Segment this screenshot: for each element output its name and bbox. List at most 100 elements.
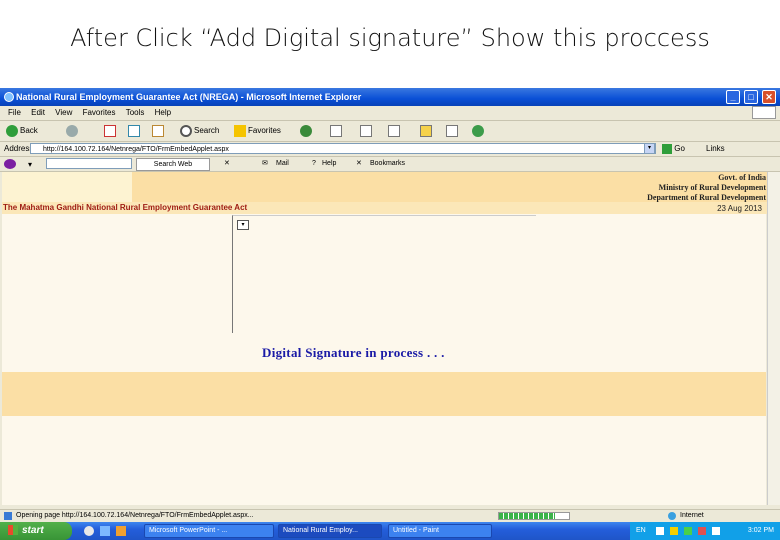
research-button[interactable] [446,124,458,138]
menu-file[interactable]: File [8,108,21,117]
address-label: Address [4,144,34,153]
task-label: National Rural Employ... [283,527,358,534]
vertical-scrollbar[interactable] [767,172,780,505]
ie-logo-icon [4,92,14,102]
search-web-button[interactable]: Search Web [136,158,210,171]
scheme-title: The Mahatma Gandhi National Rural Employ… [3,203,248,212]
window-title: National Rural Employment Guarantee Act … [16,92,362,102]
messenger-button[interactable] [472,124,486,138]
search-button[interactable]: Search [180,124,219,138]
forward-arrow-icon [66,124,78,137]
task-label: Untitled - Paint [393,527,439,534]
links-button[interactable]: Links [706,142,725,156]
status-bar: Opening page http://164.100.72.164/Netnr… [0,509,780,522]
status-text: Opening page http://164.100.72.164/Netnr… [16,512,254,519]
address-bar: Address http://164.100.72.164/Netnrega/F… [0,142,780,157]
go-arrow-icon [662,143,672,154]
start-button[interactable]: start [0,522,72,540]
clock[interactable]: 3:02 PM [748,522,774,540]
start-label: start [22,525,44,536]
window-titlebar[interactable]: National Rural Employment Guarantee Act … [0,88,780,106]
menu-edit[interactable]: Edit [31,108,45,117]
forward-button[interactable] [66,124,80,138]
discuss-button[interactable] [420,124,432,138]
windows-logo-icon [752,106,776,119]
history-icon [300,124,312,137]
print-icon [360,124,372,137]
browser-window: National Rural Employment Guarantee Act … [0,88,780,540]
messenger-icon [472,124,484,137]
quicklaunch-icon[interactable] [84,526,94,536]
search-label: Search [194,126,220,135]
print-button[interactable] [360,124,372,138]
folder-icon [420,124,432,137]
help-icon: ? [312,160,316,167]
go-label: Go [674,144,685,153]
mail-tool-button[interactable] [330,124,342,138]
stop-icon [104,124,116,137]
show-desktop-icon[interactable] [100,526,110,536]
search-icon [180,124,192,137]
menu-favorites[interactable]: Favorites [83,108,116,117]
mail-icon [330,124,342,137]
mail-icon: ✉ [262,160,268,167]
govt-of-india: Govt. of India [718,173,766,182]
yahoo-bookmarks-button[interactable]: Bookmarks [370,158,405,169]
yahoo-toolbar: ▾ Search Web ✕ ✉ Mail ? Help ✕ Bookmarks [0,157,780,172]
chevron-down-icon[interactable]: ▾ [28,158,32,172]
taskbar: start Microsoft PowerPoint - ... Nationa… [0,522,780,540]
yahoo-help-button[interactable]: Help [322,158,336,169]
history-button[interactable] [300,124,314,138]
system-tray: EN 3:02 PM [630,522,780,540]
yahoo-search-input[interactable] [46,158,132,169]
stop-button[interactable] [104,124,116,138]
home-icon [152,124,164,137]
applet-dropdown-icon[interactable]: ▾ [237,220,249,230]
task-paint[interactable]: Untitled - Paint [388,524,492,538]
back-button[interactable]: Back [6,124,38,138]
header-left-panel [2,172,132,202]
menu-tools[interactable]: Tools [126,108,145,117]
go-button[interactable]: Go [662,142,685,156]
menu-help[interactable]: Help [155,108,171,117]
progress-fill [499,513,555,519]
address-input[interactable]: http://164.100.72.164/Netnrega/FTO/FrmEm… [30,143,656,154]
menu-view[interactable]: View [55,108,72,117]
task-powerpoint[interactable]: Microsoft PowerPoint - ... [144,524,274,538]
refresh-button[interactable] [128,124,140,138]
page-loading-icon [4,512,12,520]
back-arrow-icon [6,124,18,137]
page-date: 23 Aug 2013 [717,204,762,213]
home-button[interactable] [152,124,164,138]
tray-network-icon[interactable] [656,527,664,535]
favorites-button[interactable]: Favorites [234,124,281,138]
yahoo-mail-button[interactable]: Mail [276,158,289,169]
maximize-button[interactable]: □ [744,90,758,104]
task-nrega-ie[interactable]: National Rural Employ... [278,524,382,538]
footer-band [2,372,766,416]
tray-update-icon[interactable] [698,527,706,535]
edit-icon [388,124,400,137]
bookmark-icon: ✕ [356,160,362,167]
page-content: Govt. of India Ministry of Rural Develop… [2,172,768,505]
address-dropdown-icon[interactable]: ▾ [644,143,655,154]
zone-label: Internet [680,512,704,519]
slide-title: After Click “Add Digital signature” Show… [70,24,710,52]
header-right-panel: Govt. of India Ministry of Rural Develop… [132,172,768,202]
refresh-icon [128,124,140,137]
research-icon [446,124,458,137]
tray-messenger-icon[interactable] [712,527,720,535]
yahoo-x-icon[interactable]: ✕ [224,158,230,169]
task-label: Microsoft PowerPoint - ... [149,527,228,534]
edit-button[interactable] [388,124,400,138]
language-indicator[interactable]: EN [636,522,646,540]
tray-sound-icon[interactable] [684,527,692,535]
minimize-button[interactable]: _ [726,90,740,104]
star-icon [234,124,246,137]
yahoo-logo-icon [4,159,16,169]
tray-security-icon[interactable] [670,527,678,535]
media-player-icon[interactable] [116,526,126,536]
close-button[interactable]: ✕ [762,90,776,104]
loading-progress-bar [498,512,570,520]
standard-toolbar: Back Search Favorites [0,121,780,142]
